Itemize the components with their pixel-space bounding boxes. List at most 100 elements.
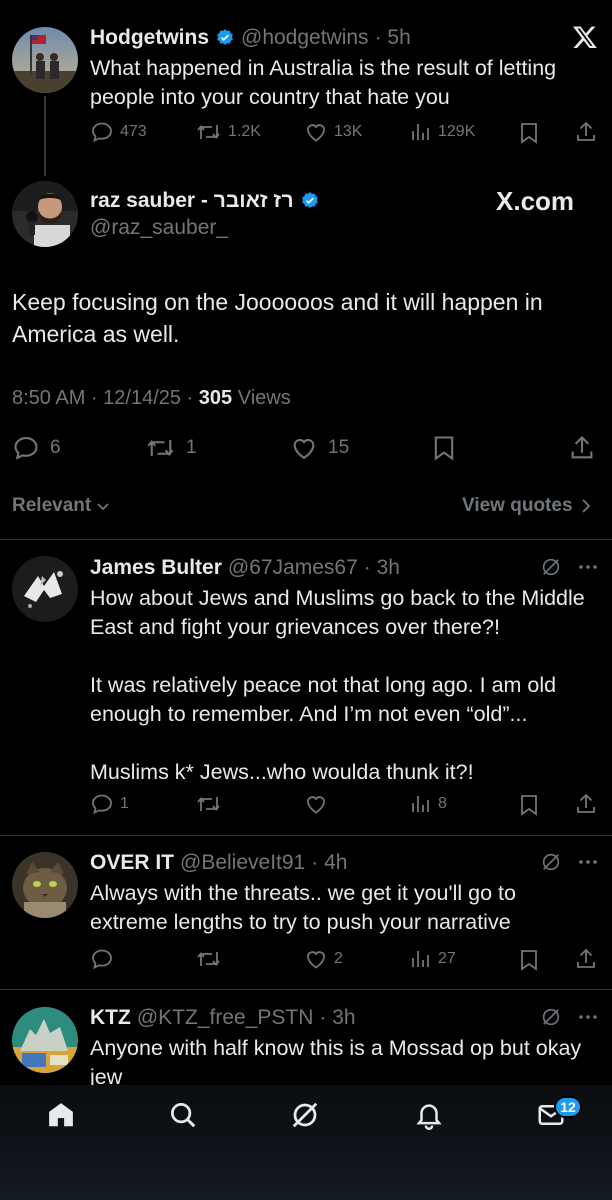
tweet-text: Anyone with half know this is a Mossad o… xyxy=(90,1036,582,1089)
like-button[interactable]: 2 xyxy=(304,947,343,971)
avatar[interactable] xyxy=(12,27,78,93)
author-name[interactable]: James Bulter xyxy=(90,556,222,580)
views-count: 8 xyxy=(438,795,447,812)
more-icon[interactable] xyxy=(577,851,599,873)
watermark-label: X.com xyxy=(496,186,575,216)
like-button[interactable]: 13K xyxy=(304,120,362,144)
reply-button[interactable]: 1 xyxy=(90,792,129,816)
bookmark-icon[interactable] xyxy=(518,121,540,145)
views-label: Views xyxy=(232,387,291,409)
share-icon[interactable] xyxy=(568,434,596,462)
reply-button[interactable]: 6 xyxy=(12,434,61,462)
avatar[interactable] xyxy=(12,556,78,622)
reply-icon xyxy=(14,437,38,460)
verified-badge-icon xyxy=(217,29,233,45)
share-icon[interactable] xyxy=(574,947,598,971)
author-handle[interactable]: @raz_sauber_ xyxy=(90,216,228,240)
views-button[interactable]: 27 xyxy=(410,947,456,971)
repost-icon xyxy=(197,125,220,139)
x-logo-icon[interactable] xyxy=(572,24,598,50)
divider xyxy=(0,989,612,990)
views-button[interactable]: 8 xyxy=(410,792,447,816)
repost-button[interactable] xyxy=(196,792,228,816)
bookmark-icon[interactable] xyxy=(518,948,540,972)
tweet-header: Hodgetwins @hodgetwins · 5h xyxy=(90,24,411,52)
author-name[interactable]: OVER IT xyxy=(90,851,174,875)
like-button[interactable]: 15 xyxy=(290,434,349,462)
grok-icon[interactable] xyxy=(540,851,562,873)
reply-icon xyxy=(92,122,112,143)
like-count: 13K xyxy=(334,123,363,140)
tweet-timestamp: 8:50 AM · 12/14/25 · xyxy=(12,387,199,409)
search-icon[interactable] xyxy=(168,1100,198,1130)
heart-icon xyxy=(307,951,325,969)
view-quotes-link[interactable]: View quotes xyxy=(462,494,593,518)
heart-icon xyxy=(307,796,325,814)
tweet-text: Keep focusing on the Joooooos and it wil… xyxy=(12,289,543,347)
verified-badge-icon xyxy=(301,192,318,208)
repost-icon xyxy=(197,952,220,966)
messages-badge: 12 xyxy=(554,1096,582,1118)
divider xyxy=(0,539,612,540)
views-icon xyxy=(412,124,429,140)
chevron-right-icon xyxy=(581,499,590,513)
reply-button[interactable]: 473 xyxy=(90,120,147,144)
author-name[interactable]: KTZ xyxy=(90,1006,131,1030)
author-handle[interactable]: @BelieveIt91 xyxy=(180,851,305,875)
bookmark-icon[interactable] xyxy=(518,793,540,817)
like-count: 15 xyxy=(328,437,350,458)
tweet-meta: 8:50 AM · 12/14/25 · 305 Views xyxy=(12,387,291,410)
views-count: 129K xyxy=(438,123,476,140)
author-name[interactable]: Hodgetwins xyxy=(90,26,209,50)
views-icon xyxy=(412,796,429,812)
grok-icon[interactable] xyxy=(540,1006,562,1028)
view-quotes-label: View quotes xyxy=(462,495,573,516)
share-icon[interactable] xyxy=(574,792,598,816)
author-name[interactable]: raz sauber - רז זאובר xyxy=(90,189,294,213)
reply-button[interactable] xyxy=(90,947,120,971)
heart-icon xyxy=(307,124,325,142)
bookmark-icon[interactable] xyxy=(431,434,457,462)
repost-icon xyxy=(147,439,174,457)
repost-button[interactable]: 1.2K xyxy=(196,120,261,144)
more-icon[interactable] xyxy=(577,1006,599,1028)
reply-count: 473 xyxy=(120,123,147,140)
tweet-header: KTZ @KTZ_free_PSTN · 3h xyxy=(90,1004,356,1032)
sort-label: Relevant xyxy=(12,495,92,516)
author-handle[interactable]: @hodgetwins xyxy=(241,26,369,50)
tweet-text: What happened in Australia is the result… xyxy=(90,56,557,109)
notifications-icon[interactable] xyxy=(414,1100,444,1130)
grok-icon[interactable] xyxy=(290,1100,320,1130)
share-icon[interactable] xyxy=(574,120,598,144)
repost-button[interactable] xyxy=(196,947,228,971)
repost-button[interactable]: 1 xyxy=(146,434,197,462)
avatar[interactable] xyxy=(12,1007,78,1073)
heart-icon xyxy=(293,438,315,460)
grok-icon[interactable] xyxy=(540,556,562,578)
views-count: 305 xyxy=(198,387,233,409)
sort-dropdown[interactable]: Relevant xyxy=(12,494,111,518)
tweet-text: Always with the threats.. we get it you'… xyxy=(90,881,516,934)
tweet-time: · 5h xyxy=(374,26,411,49)
avatar[interactable] xyxy=(12,852,78,918)
tweet-time: · 3h xyxy=(319,1006,356,1029)
author-handle[interactable]: @67James67 xyxy=(228,556,358,580)
avatar[interactable] xyxy=(12,181,78,247)
reply-count: 1 xyxy=(120,795,129,812)
tweet-time: · 4h xyxy=(311,851,348,874)
tweet-header: raz sauber - רז זאובר xyxy=(90,187,320,215)
views-icon xyxy=(412,951,429,967)
home-icon[interactable] xyxy=(46,1100,76,1130)
views-count: 27 xyxy=(438,950,456,967)
author-handle[interactable]: @KTZ_free_PSTN xyxy=(137,1006,314,1030)
repost-count: 1.2K xyxy=(228,123,261,140)
tweet-header: James Bulter @67James67 · 3h xyxy=(90,554,400,582)
reply-icon xyxy=(92,794,112,815)
more-icon[interactable] xyxy=(577,556,599,578)
reply-count: 6 xyxy=(50,437,61,458)
tweet-text: How about Jews and Muslims go back to th… xyxy=(90,586,585,784)
divider xyxy=(0,835,612,836)
views-button[interactable]: 129K xyxy=(410,120,475,144)
reply-icon xyxy=(92,949,112,970)
like-button[interactable] xyxy=(304,792,334,816)
